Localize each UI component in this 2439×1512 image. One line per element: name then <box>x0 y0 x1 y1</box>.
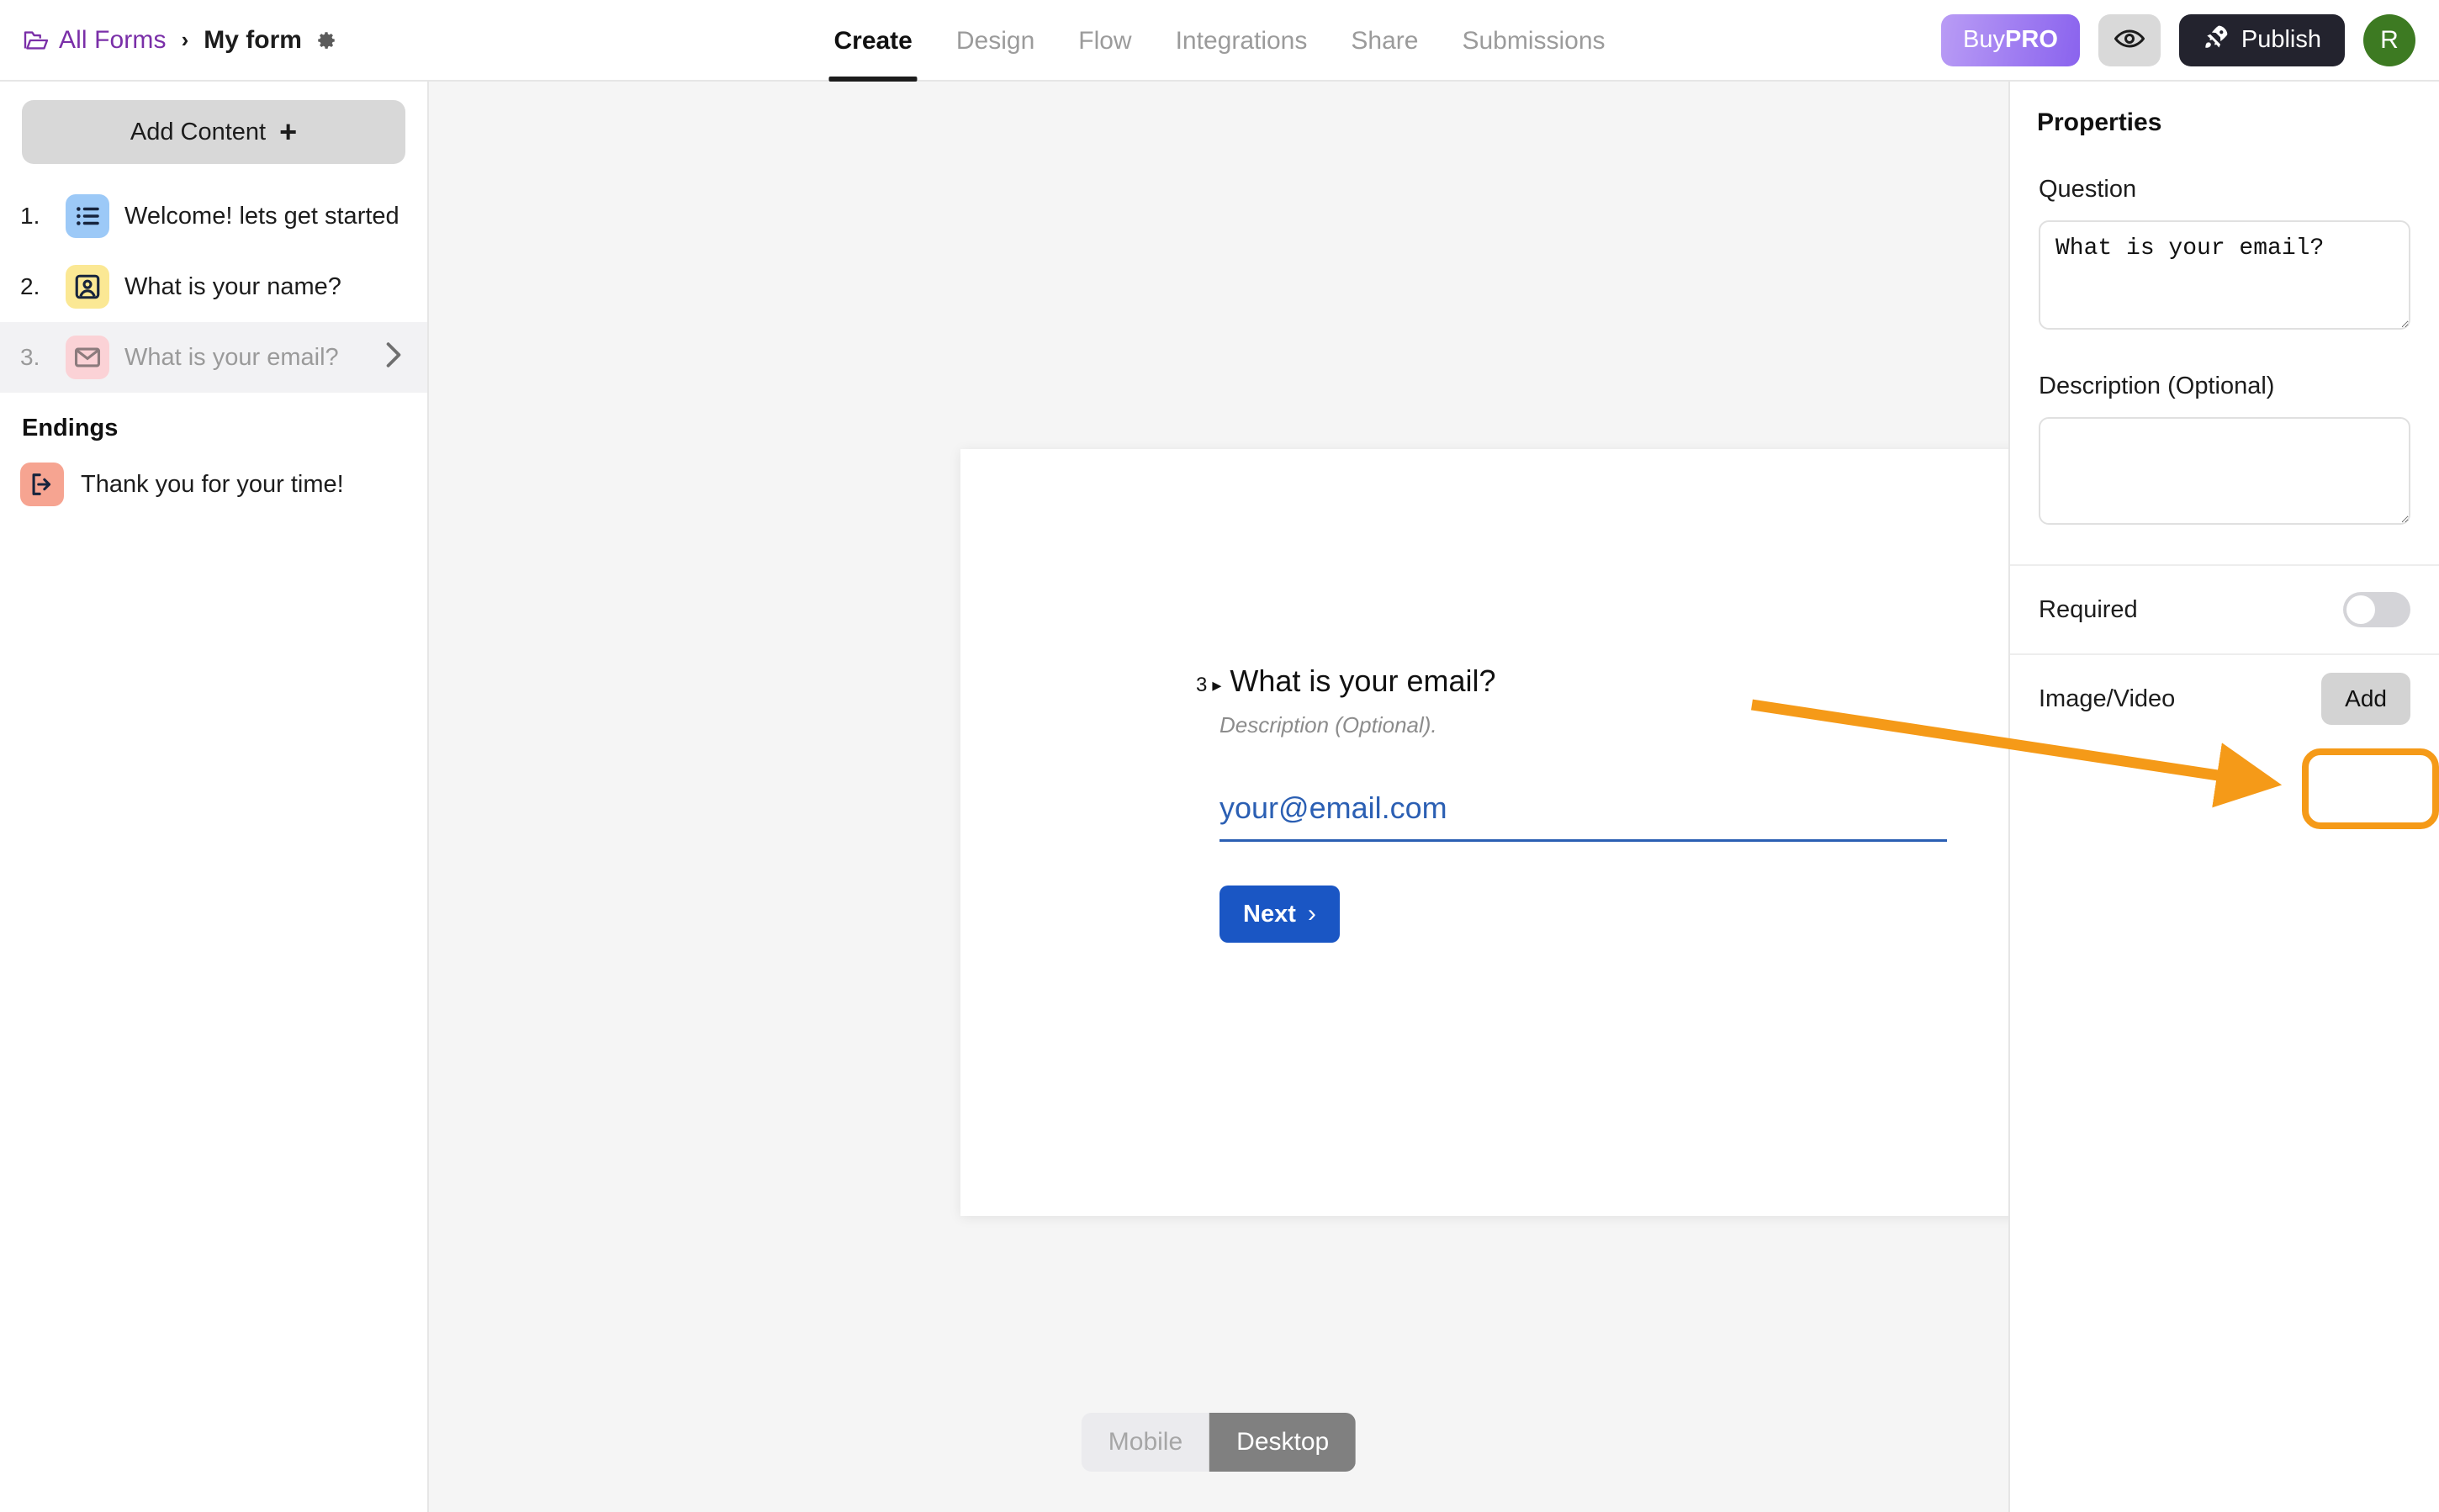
question-number: 3 <box>1196 674 1208 696</box>
breadcrumb-current-form[interactable]: My form <box>204 26 302 55</box>
chevron-right-icon[interactable] <box>385 341 409 373</box>
required-row: Required <box>2010 566 2439 653</box>
exit-arrow-icon <box>20 463 64 506</box>
properties-title: Properties <box>2037 108 2162 136</box>
slide-label: What is your email? <box>124 343 339 371</box>
tab-submissions[interactable]: Submissions <box>1440 0 1627 82</box>
gear-icon[interactable] <box>315 29 337 51</box>
image-video-row: Image/Video Add <box>2010 655 2439 743</box>
slide-number: 3. <box>20 344 40 370</box>
breadcrumb-separator: › <box>181 27 189 52</box>
tab-design[interactable]: Design <box>934 0 1056 82</box>
description-field-group: Description (Optional) <box>2010 334 2439 529</box>
question-block: 3 ▸ What is your email? Description (Opt… <box>1196 663 2121 943</box>
tab-integrations[interactable]: Integrations <box>1154 0 1330 82</box>
image-video-label: Image/Video <box>2039 685 2176 712</box>
breadcrumb: All Forms › My form <box>0 26 337 55</box>
question-title: What is your email? <box>1230 663 1496 698</box>
description-field-label: Description (Optional) <box>2039 373 2275 399</box>
next-label: Next <box>1243 900 1296 928</box>
device-toggle-mobile[interactable]: Mobile <box>1081 1413 1210 1472</box>
rocket-icon <box>2203 24 2230 57</box>
device-toggle: Mobile Desktop <box>1081 1413 1357 1472</box>
question-textarea[interactable] <box>2039 220 2410 330</box>
slide-label: What is your name? <box>124 272 341 300</box>
toggle-knob <box>2346 595 2375 624</box>
add-button[interactable]: Add <box>2321 673 2410 725</box>
ending-label: Thank you for your time! <box>81 470 344 498</box>
caret-right-icon: ▸ <box>1212 674 1222 695</box>
slide-number: 1. <box>20 203 40 229</box>
header-actions: Buy PRO Publish R <box>1941 13 2439 66</box>
required-label: Required <box>2039 595 2138 623</box>
question-description: Description (Optional). <box>1220 712 1437 737</box>
buy-pro-suffix: PRO <box>2005 26 2058 53</box>
slide-list: 1. Welcome! lets get started 2. What is … <box>0 181 427 393</box>
email-input[interactable] <box>1220 790 1947 842</box>
question-field-group: Question <box>2010 137 2439 334</box>
sidebar-item-email[interactable]: 3. What is your email? <box>0 322 427 393</box>
contact-portrait-icon <box>66 265 109 309</box>
add-content-label: Add Content <box>130 118 267 145</box>
tab-create[interactable]: Create <box>812 0 934 82</box>
sidebar-item-welcome[interactable]: 1. Welcome! lets get started <box>0 181 427 251</box>
sidebar-item-name[interactable]: 2. What is your name? <box>0 251 427 322</box>
slide-number: 2. <box>20 273 40 299</box>
sidebar: Add Content + 1. Welcome! lets get start… <box>0 82 429 1512</box>
add-content-button[interactable]: Add Content + <box>22 100 405 164</box>
app-root: All Forms › My form Create Design Flow I… <box>0 0 2439 1512</box>
buy-pro-prefix: Buy <box>1963 26 2006 53</box>
question-heading-row: 3 ▸ What is your email? <box>1196 663 2121 699</box>
question-field-label: Question <box>2039 176 2137 203</box>
avatar[interactable]: R <box>2363 13 2415 66</box>
publish-label: Publish <box>2241 26 2321 53</box>
add-content-wrap: Add Content + <box>0 82 427 181</box>
form-canvas: 3 ▸ What is your email? Description (Opt… <box>429 82 2340 1512</box>
breadcrumb-all-forms[interactable]: All Forms <box>59 26 167 55</box>
main-body: Add Content + 1. Welcome! lets get start… <box>0 82 2439 1512</box>
main-tabs: Create Design Flow Integrations Share Su… <box>812 0 1627 82</box>
description-textarea[interactable] <box>2039 417 2410 525</box>
required-toggle[interactable] <box>2343 592 2410 627</box>
preview-button[interactable] <box>2098 13 2161 66</box>
next-button[interactable]: Next › <box>1220 886 1340 943</box>
folder-open-icon <box>24 29 49 51</box>
properties-panel: Properties Question Description (Optiona… <box>2008 82 2439 1512</box>
publish-button[interactable]: Publish <box>2178 13 2345 66</box>
chevron-right-icon: › <box>1307 900 1316 928</box>
tab-flow[interactable]: Flow <box>1056 0 1153 82</box>
envelope-icon <box>66 336 109 379</box>
device-toggle-desktop[interactable]: Desktop <box>1209 1413 1357 1472</box>
plus-icon: + <box>279 114 298 149</box>
sidebar-item-ending-thankyou[interactable]: Thank you for your time! <box>0 452 427 516</box>
endings-title: Endings <box>22 415 119 441</box>
slide-label: Welcome! lets get started <box>124 202 399 230</box>
buy-pro-button[interactable]: Buy PRO <box>1941 13 2080 66</box>
list-icon <box>66 194 109 238</box>
eye-icon <box>2114 28 2145 52</box>
top-header: All Forms › My form Create Design Flow I… <box>0 0 2439 82</box>
tab-share[interactable]: Share <box>1329 0 1440 82</box>
